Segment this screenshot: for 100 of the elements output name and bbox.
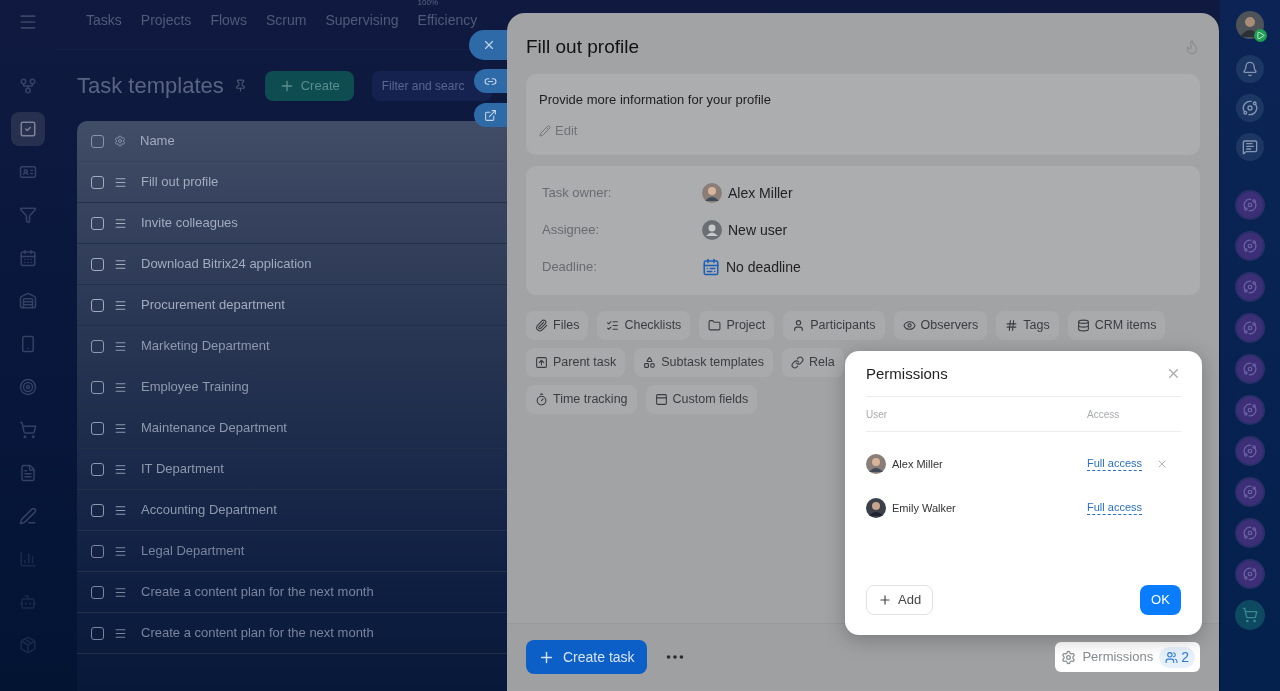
drag-handle-icon[interactable] bbox=[114, 339, 127, 353]
checkbox[interactable] bbox=[91, 298, 104, 312]
field-value[interactable]: Alex Miller bbox=[728, 182, 793, 204]
checkbox[interactable] bbox=[91, 503, 104, 517]
pen-icon bbox=[19, 507, 37, 525]
close-icon[interactable] bbox=[1166, 366, 1181, 381]
checkbox[interactable] bbox=[91, 134, 104, 148]
user-avatar[interactable] bbox=[1236, 11, 1264, 39]
member-count: 2 bbox=[1159, 646, 1195, 668]
user-placeholder-icon bbox=[702, 220, 722, 240]
drag-handle-icon[interactable] bbox=[114, 175, 127, 189]
settings-icon[interactable] bbox=[114, 135, 126, 147]
checkbox[interactable] bbox=[91, 462, 104, 476]
shop-button[interactable] bbox=[1235, 600, 1265, 630]
orbit-icon bbox=[1243, 198, 1257, 212]
app-button[interactable] bbox=[1235, 518, 1265, 548]
robot-icon bbox=[19, 593, 37, 611]
checkbox-icon bbox=[19, 120, 37, 138]
external-link-icon bbox=[484, 108, 497, 122]
checkbox[interactable] bbox=[91, 175, 104, 189]
drag-handle-icon[interactable] bbox=[114, 421, 127, 435]
table-cell-text: Maintenance Department bbox=[141, 419, 287, 438]
field-tag[interactable]: Tags bbox=[996, 310, 1059, 340]
copilot-button[interactable] bbox=[1236, 94, 1264, 122]
app-button[interactable] bbox=[1235, 395, 1265, 425]
app-button[interactable] bbox=[1235, 436, 1265, 466]
hash-icon bbox=[1005, 318, 1019, 332]
ok-button[interactable]: OK bbox=[1140, 585, 1181, 615]
notifications-button[interactable] bbox=[1236, 55, 1264, 83]
avatar bbox=[866, 498, 886, 518]
drag-handle-icon[interactable] bbox=[114, 298, 127, 312]
bell-icon bbox=[1242, 61, 1258, 77]
orbit-icon bbox=[1243, 485, 1257, 499]
access-link[interactable]: Full access bbox=[1087, 501, 1143, 515]
app-button[interactable] bbox=[1235, 272, 1265, 302]
field-tag[interactable]: Checklists bbox=[597, 310, 691, 340]
description-text: Provide more information for your profile bbox=[539, 90, 772, 109]
table-cell-text: Legal Department bbox=[141, 542, 245, 561]
field-tag[interactable]: CRM items bbox=[1067, 310, 1166, 340]
field-value[interactable]: No deadline bbox=[726, 256, 801, 278]
field-tag[interactable]: Custom fields bbox=[645, 384, 758, 414]
drag-handle-icon[interactable] bbox=[114, 585, 127, 599]
checkbox[interactable] bbox=[91, 626, 104, 640]
drag-handle-icon[interactable] bbox=[114, 503, 127, 517]
drag-handle-icon[interactable] bbox=[114, 380, 127, 394]
checkbox[interactable] bbox=[91, 339, 104, 353]
table-cell-text: Fill out profile bbox=[141, 173, 219, 192]
table-cell-text: Create a content plan for the next month bbox=[141, 583, 374, 602]
user-name: Emily Walker bbox=[892, 500, 956, 516]
access-link[interactable]: Full access bbox=[1087, 457, 1143, 471]
settings-icon bbox=[1061, 649, 1077, 665]
app-button[interactable] bbox=[1235, 313, 1265, 343]
field-tag[interactable]: Participants bbox=[783, 310, 885, 340]
app-button[interactable] bbox=[1235, 559, 1265, 589]
open-in-new-button[interactable] bbox=[474, 103, 507, 127]
checkbox[interactable] bbox=[91, 380, 104, 394]
orbit-icon bbox=[1243, 239, 1257, 253]
create-task-button[interactable]: Create task bbox=[526, 640, 647, 674]
user-name: Alex Miller bbox=[892, 456, 943, 472]
field-tag[interactable]: Project bbox=[699, 310, 775, 340]
add-button[interactable]: Add bbox=[866, 585, 934, 615]
search-field[interactable]: Filter and searc bbox=[371, 70, 492, 101]
field-label: Deadline: bbox=[542, 258, 598, 277]
checkbox[interactable] bbox=[91, 544, 104, 558]
field-tag[interactable]: Parent task bbox=[526, 347, 626, 377]
app-button[interactable] bbox=[1235, 477, 1265, 507]
permissions-button[interactable]: Permissions 2 bbox=[1055, 642, 1200, 672]
app-button[interactable] bbox=[1235, 190, 1265, 220]
drag-handle-icon[interactable] bbox=[114, 544, 127, 558]
field-tag[interactable]: Observers bbox=[893, 310, 988, 340]
orbit-icon bbox=[1243, 321, 1257, 335]
funnel-icon bbox=[19, 206, 37, 224]
drag-handle-icon[interactable] bbox=[114, 257, 127, 271]
field-value[interactable]: New user bbox=[728, 219, 788, 241]
field-tag[interactable]: Time tracking bbox=[526, 384, 637, 414]
calendar-icon bbox=[702, 258, 720, 276]
field-label: Task owner: bbox=[542, 184, 613, 203]
checkbox[interactable] bbox=[91, 216, 104, 230]
chat-button[interactable] bbox=[1236, 133, 1264, 161]
warehouse-icon bbox=[19, 292, 37, 310]
drag-handle-icon[interactable] bbox=[114, 626, 127, 640]
app-button[interactable] bbox=[1235, 354, 1265, 384]
field-tag[interactable]: Rela bbox=[782, 347, 844, 377]
field-tag[interactable]: Subtask templates bbox=[634, 347, 774, 377]
drag-handle-icon[interactable] bbox=[114, 462, 127, 476]
eye-icon bbox=[902, 318, 916, 332]
close-button[interactable] bbox=[469, 30, 507, 60]
field-tag[interactable]: Files bbox=[526, 310, 589, 340]
copy-link-button[interactable] bbox=[474, 69, 507, 93]
checkbox[interactable] bbox=[91, 585, 104, 599]
sidebar-item[interactable] bbox=[11, 112, 45, 146]
percentage-label: 100% bbox=[417, 0, 438, 9]
checkbox[interactable] bbox=[91, 257, 104, 271]
drag-handle-icon[interactable] bbox=[114, 216, 127, 230]
app-button[interactable] bbox=[1235, 231, 1265, 261]
nav-tab[interactable]: Scrum bbox=[265, 12, 307, 28]
pin-icon[interactable] bbox=[233, 79, 247, 92]
checkbox[interactable] bbox=[91, 421, 104, 435]
column-header: Name bbox=[140, 132, 175, 151]
create-button[interactable]: Create bbox=[264, 70, 354, 101]
